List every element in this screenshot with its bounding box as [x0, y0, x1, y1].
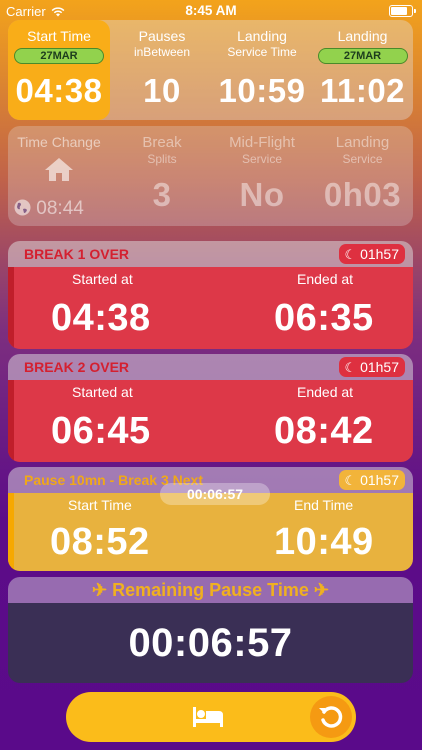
break-1-start-value: 04:38: [51, 297, 151, 339]
pauses-cell[interactable]: Pauses inBetween 10: [112, 20, 212, 120]
landing-service-value: 10:59: [218, 72, 306, 109]
status-time: 8:45 AM: [185, 3, 237, 18]
landing-service-time-cell[interactable]: Landing Service Time 10:59: [212, 20, 312, 120]
status-bar: Carrier 8:45 AM: [0, 0, 422, 22]
summary-cells: Pauses inBetween 10 Landing Service Time…: [8, 20, 413, 120]
pause-start-value: 08:52: [50, 521, 150, 563]
pauses-value: 10: [143, 72, 181, 109]
bottom-action-bar: [66, 692, 356, 742]
break-1-end-value: 06:35: [274, 297, 374, 339]
break-1-start-label: Started at: [72, 271, 133, 287]
landing-service-cell[interactable]: Landing Service 0h03: [312, 126, 413, 226]
pause-end-value: 10:49: [274, 521, 374, 563]
bed-icon: [193, 707, 223, 727]
break-1-accent-bar: [8, 267, 14, 349]
break-2-start-label: Started at: [72, 384, 133, 400]
time-change-cell[interactable]: Time Change 08:44: [8, 126, 110, 226]
landing-value: 11:02: [319, 72, 406, 109]
moon-icon: ☾: [344, 473, 357, 488]
landing-cell[interactable]: Landing 27MAR 11:02: [312, 20, 413, 120]
time-change-label: Time Change: [17, 134, 101, 150]
remaining-pause-panel: ✈ Remaining Pause Time ✈ 00:06:57: [8, 577, 413, 683]
pause-start-label: Start Time: [68, 497, 132, 513]
landing-service-label: Landing: [237, 28, 287, 44]
pause-countdown: 00:06:57: [160, 483, 270, 505]
break-splits-value: 3: [152, 176, 172, 213]
reset-icon: [319, 706, 343, 728]
current-pause-duration-badge: ☾ 01h57: [338, 470, 405, 490]
break-1-card[interactable]: BREAK 1 OVER ☾ 01h57 Started at 04:38 En…: [8, 241, 413, 349]
break-2-end-value: 08:42: [274, 410, 374, 452]
break-splits-sublabel: Splits: [147, 152, 177, 166]
remaining-pause-title: ✈ Remaining Pause Time ✈: [8, 577, 413, 603]
break-1-end-label: Ended at: [297, 271, 354, 287]
break-2-start-value: 06:45: [51, 410, 151, 452]
time-change-value-row: 08:44: [14, 198, 84, 220]
mid-flight-value: No: [239, 176, 285, 213]
pauses-sublabel: inBetween: [133, 45, 191, 59]
break-2-card[interactable]: BREAK 2 OVER ☾ 01h57 Started at 06:45 En…: [8, 354, 413, 462]
break-2-duration-badge: ☾ 01h57: [338, 357, 405, 377]
landing-service-sublabel: Service Time: [227, 45, 297, 59]
landing-date-badge: 27MAR: [317, 48, 408, 64]
current-pause-accent-bar: [8, 493, 14, 571]
moon-icon: ☾: [344, 360, 357, 375]
break-splits-cell[interactable]: Break Splits 3: [112, 126, 212, 226]
break-1-duration-badge: ☾ 01h57: [338, 244, 405, 264]
remaining-pause-value: 00:06:57: [128, 621, 293, 665]
break-2-end-label: Ended at: [297, 384, 354, 400]
settings-panel: Time Change 08:44 Break Splits 3 Mid-Fli…: [8, 126, 413, 226]
battery-icon: [389, 5, 416, 17]
home-icon: [45, 158, 73, 181]
break-splits-label: Break: [142, 134, 182, 151]
rest-button[interactable]: [191, 704, 225, 735]
break-2-title: BREAK 2 OVER: [24, 359, 130, 375]
pauses-label: Pauses: [138, 28, 186, 44]
break-2-accent-bar: [8, 380, 14, 462]
break-1-title: BREAK 1 OVER: [24, 246, 130, 262]
reset-button[interactable]: [310, 696, 352, 738]
current-pause-card[interactable]: Pause 10mn - Break 3 Next ☾ 01h57 Start …: [8, 467, 413, 571]
landing-service-sublabel-2: Service: [342, 152, 383, 166]
mid-flight-sublabel: Service: [241, 152, 282, 166]
time-change-value: 08:44: [36, 198, 84, 219]
landing-service-value-2: 0h03: [323, 176, 402, 213]
mid-flight-service-cell[interactable]: Mid-Flight Service No: [212, 126, 312, 226]
landing-service-label-2: Landing: [335, 134, 390, 151]
landing-label: Landing: [337, 28, 388, 44]
pause-end-label: End Time: [294, 497, 354, 513]
mid-flight-label: Mid-Flight: [229, 134, 295, 151]
moon-icon: ☾: [344, 247, 357, 262]
globe-icon: [14, 199, 31, 216]
